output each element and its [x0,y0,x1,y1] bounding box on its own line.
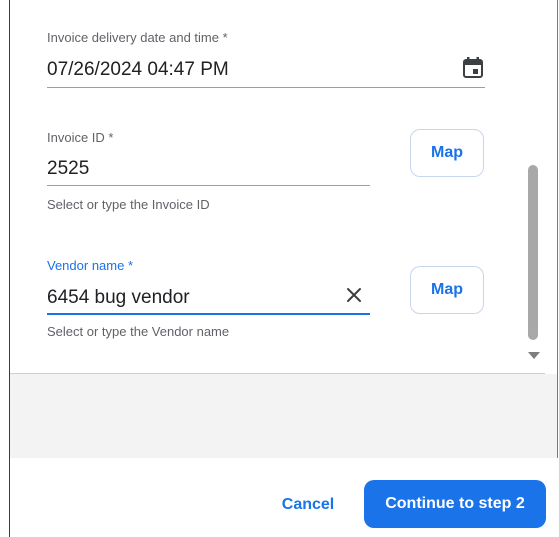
delivery-date-label: Invoice delivery date and time * [47,30,228,45]
calendar-icon[interactable] [462,57,484,79]
delivery-date-value[interactable]: 07/26/2024 04:47 PM [47,59,229,81]
invoice-id-map-button[interactable]: Map [410,129,484,177]
vendor-name-helper: Select or type the Vendor name [47,324,230,339]
vendor-name-map-button[interactable]: Map [410,266,484,314]
delivery-date-field[interactable]: Invoice delivery date and time * 07/26/2… [47,30,485,90]
invoice-id-helper: Select or type the Invoice ID [47,197,210,212]
continue-to-step-2-button[interactable]: Continue to step 2 [364,480,546,528]
vendor-name-underline [47,313,370,315]
panel-divider [10,373,545,374]
vendor-name-label: Vendor name * [47,258,134,273]
invoice-id-value[interactable]: 2525 [47,158,89,180]
panel-bottom-area [10,374,557,458]
invoice-id-label: Invoice ID * [47,130,114,145]
cancel-button[interactable]: Cancel [270,485,346,525]
window-right-border [557,0,558,458]
invoice-id-field[interactable]: Invoice ID * 2525 Select or type the Inv… [47,130,370,215]
scroll-down-arrow-icon[interactable] [528,352,540,359]
scrollbar-thumb[interactable] [528,165,538,340]
vendor-name-field[interactable]: Vendor name * 6454 bug vendor Select or … [47,258,370,343]
invoice-id-underline [47,185,370,186]
close-icon[interactable] [345,286,363,304]
vendor-name-value[interactable]: 6454 bug vendor [47,287,190,309]
delivery-date-underline [47,87,485,88]
